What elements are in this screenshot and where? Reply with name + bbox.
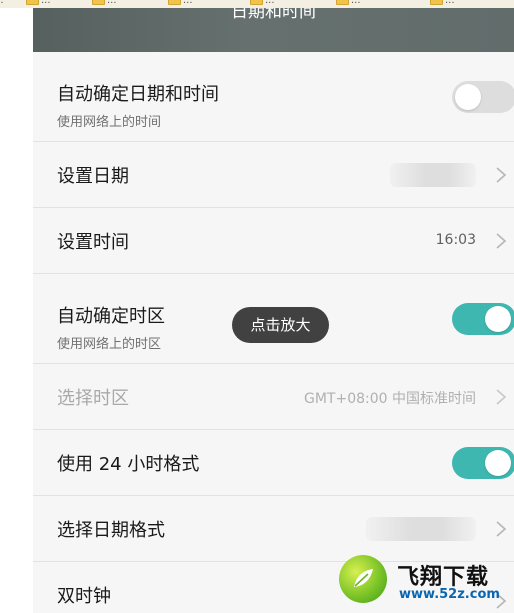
- setting-label: 自动确定时区: [57, 306, 165, 327]
- auto-timezone-toggle[interactable]: [452, 303, 514, 335]
- bookmark-item[interactable]: ...: [430, 0, 455, 7]
- setting-label: 设置日期: [57, 166, 129, 187]
- setting-sublabel: 使用网络上的时区: [57, 337, 162, 352]
- toggle-knob: [455, 84, 481, 110]
- setting-24-hour[interactable]: 使用 24 小时格式: [33, 430, 514, 496]
- title-bar: 日期和时间: [33, 8, 514, 52]
- page-title: 日期和时间: [231, 8, 316, 22]
- chevron-right-icon: [496, 167, 507, 183]
- setting-label: 自动确定日期和时间: [57, 84, 219, 105]
- auto-datetime-toggle[interactable]: [452, 81, 514, 113]
- setting-label: 双时钟: [57, 586, 111, 607]
- setting-auto-datetime[interactable]: 自动确定日期和时间 使用网络上的时间: [33, 52, 514, 142]
- leaf-logo-icon: [339, 555, 387, 603]
- time-value: 16:03: [435, 232, 476, 248]
- bookmark-item[interactable]: ...: [0, 0, 4, 7]
- folder-icon: [250, 0, 263, 5]
- setting-set-date[interactable]: 设置日期: [33, 142, 514, 208]
- watermark-url: www.52z.com: [399, 587, 500, 602]
- chevron-right-icon: [496, 521, 507, 537]
- toggle-knob: [485, 450, 511, 476]
- setting-label: 设置时间: [57, 232, 129, 253]
- setting-set-time[interactable]: 设置时间 16:03: [33, 208, 514, 274]
- setting-label: 选择时区: [57, 388, 129, 409]
- bookmark-item[interactable]: ...: [336, 0, 361, 7]
- bookmark-item[interactable]: ...: [26, 0, 51, 7]
- chevron-right-icon: [496, 389, 507, 405]
- toggle-knob: [485, 306, 511, 332]
- setting-label: 使用 24 小时格式: [57, 454, 200, 475]
- 24-hour-toggle[interactable]: [452, 447, 514, 479]
- chevron-right-icon: [496, 233, 507, 249]
- zoom-hint-tooltip[interactable]: 点击放大: [232, 307, 329, 343]
- browser-bookmark-bar: ... ... ... ... ... ... ...: [0, 0, 514, 8]
- bookmark-item[interactable]: ...: [92, 0, 117, 7]
- setting-select-timezone[interactable]: 选择时区 GMT+08:00 中国标准时间: [33, 364, 514, 430]
- timezone-value: GMT+08:00 中国标准时间: [303, 391, 476, 407]
- date-value-blurred: [390, 163, 476, 187]
- bookmark-item[interactable]: ...: [250, 0, 275, 7]
- bookmark-item[interactable]: ...: [168, 0, 193, 7]
- setting-label: 选择日期格式: [57, 520, 165, 541]
- site-watermark: 飞翔下载 www.52z.com: [339, 553, 514, 613]
- setting-sublabel: 使用网络上的时间: [57, 115, 162, 130]
- folder-icon: [336, 0, 349, 5]
- page-margin: [0, 8, 33, 613]
- folder-icon: [92, 0, 105, 5]
- folder-icon: [430, 0, 443, 5]
- date-format-value-blurred: [366, 517, 476, 541]
- folder-icon: [168, 0, 181, 5]
- folder-icon: [26, 0, 39, 5]
